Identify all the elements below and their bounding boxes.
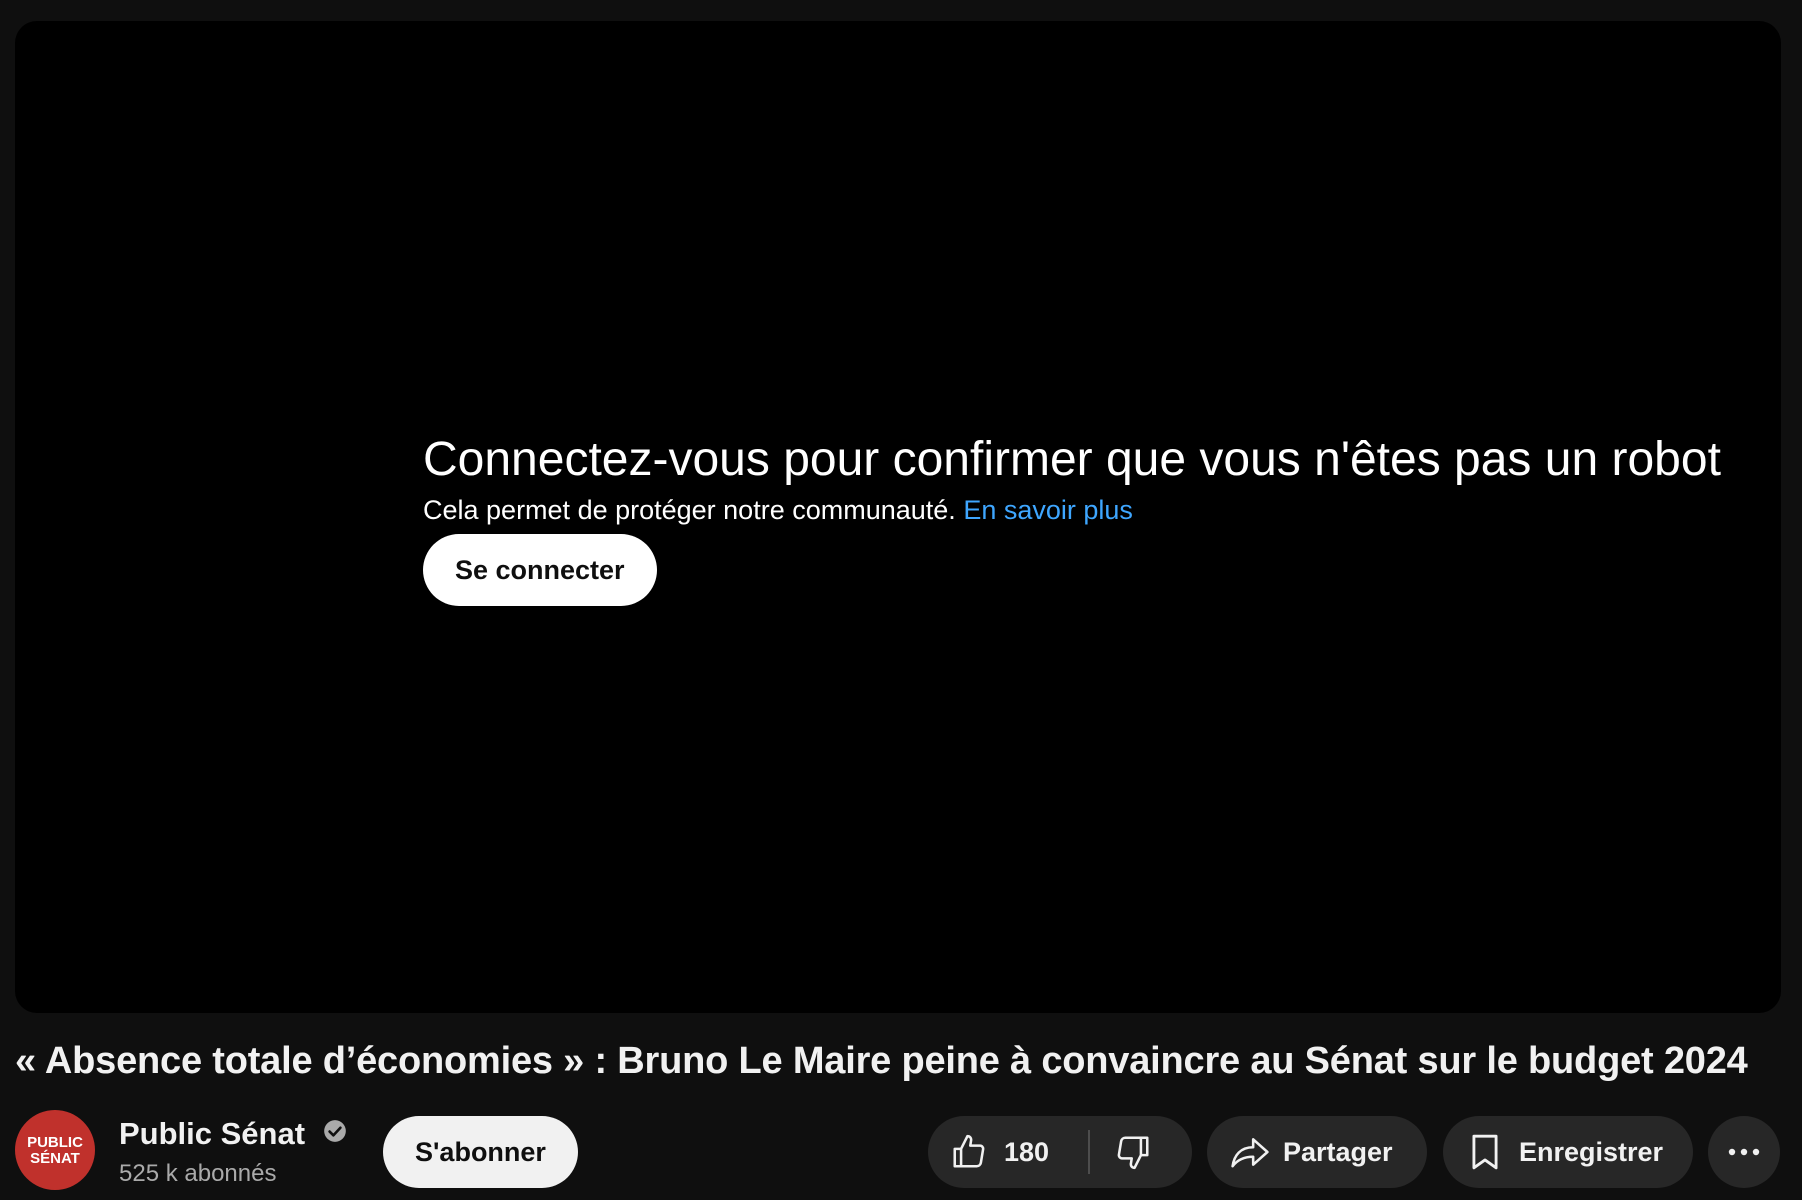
prompt-subtitle: Cela permet de protéger notre communauté… [423, 495, 1721, 526]
dislike-button[interactable] [1092, 1116, 1188, 1188]
channel-name[interactable]: Public Sénat [119, 1116, 348, 1152]
thumbs-down-icon [1114, 1133, 1152, 1171]
like-count: 180 [1004, 1136, 1050, 1167]
owner-row: PUBLIC SÉNAT Public Sénat 525 k abonnés … [15, 1110, 1787, 1190]
more-horizontal-icon [1727, 1147, 1761, 1157]
prompt-subtitle-text: Cela permet de protéger notre communauté… [423, 494, 956, 525]
subscribe-button[interactable]: S'abonner [383, 1116, 578, 1188]
like-dislike-group: 180 [928, 1116, 1192, 1188]
more-actions-button[interactable] [1708, 1116, 1780, 1188]
public-senat-logo: PUBLIC SÉNAT [27, 1134, 83, 1167]
thumbs-up-icon [950, 1133, 988, 1171]
share-arrow-icon [1229, 1133, 1271, 1171]
learn-more-link[interactable]: En savoir plus [963, 495, 1133, 525]
save-button[interactable]: Enregistrer [1443, 1116, 1693, 1188]
channel-name-text[interactable]: Public Sénat [119, 1116, 305, 1151]
share-button[interactable]: Partager [1207, 1116, 1427, 1188]
sign-in-button[interactable]: Se connecter [423, 533, 657, 606]
subscriber-count: 525 k abonnés [119, 1160, 277, 1187]
prompt-title: Connectez-vous pour confirmer que vous n… [423, 433, 1721, 486]
video-title: « Absence totale d’économies » : Bruno L… [15, 1040, 1748, 1082]
save-label: Enregistrer [1519, 1136, 1664, 1167]
sign-in-prompt: Connectez-vous pour confirmer que vous n… [423, 431, 1721, 606]
avatar-line-1: PUBLIC [27, 1134, 83, 1151]
verified-check-icon [322, 1116, 348, 1152]
bookmark-icon [1469, 1133, 1501, 1171]
like-button[interactable]: 180 [928, 1116, 1086, 1188]
channel-avatar[interactable]: PUBLIC SÉNAT [15, 1110, 95, 1190]
avatar-line-2: SÉNAT [30, 1150, 80, 1167]
share-label: Partager [1283, 1136, 1393, 1167]
like-divider [1088, 1130, 1090, 1174]
video-player[interactable]: Connectez-vous pour confirmer que vous n… [15, 21, 1781, 1013]
